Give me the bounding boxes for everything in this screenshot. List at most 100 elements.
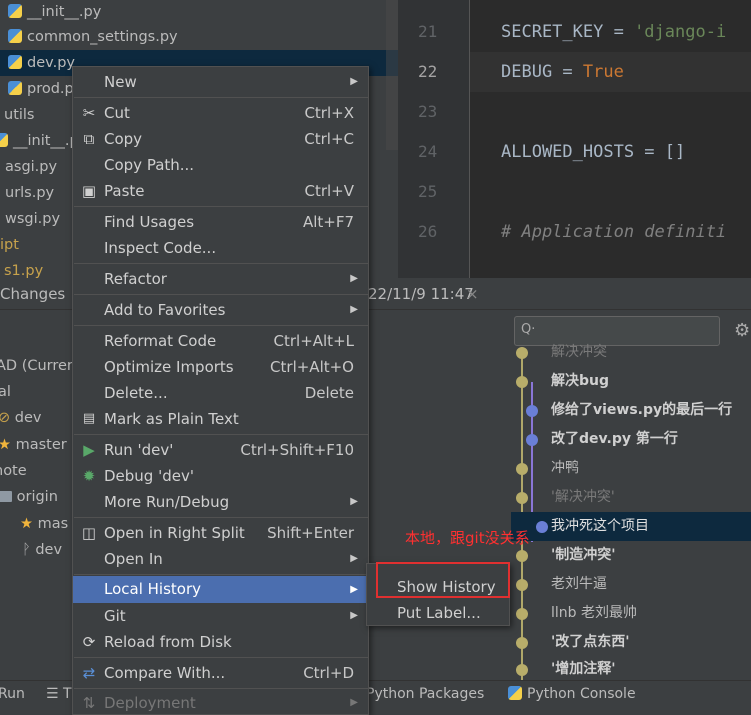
tree-item[interactable]: wsgi.py — [0, 206, 60, 232]
menu-item-find-usages[interactable]: Find Usages Alt+F7 — [73, 209, 368, 235]
python-file-icon — [0, 133, 8, 147]
branch-icon: ᚹ — [22, 542, 31, 558]
commit-row[interactable]: '改了点东西' — [511, 628, 751, 657]
commit-dot — [516, 664, 528, 676]
paste-icon: ▣ — [81, 182, 97, 200]
scissors-icon: ✂ — [82, 104, 96, 122]
code-line: ALLOWED_HOSTS = [] — [501, 142, 686, 162]
menu-item-local-history[interactable]: Local History ▶ — [73, 576, 368, 603]
tree-item[interactable]: __init__.py — [8, 0, 101, 25]
menu-item-inspect-code[interactable]: Inspect Code... — [73, 235, 368, 261]
commit-dot — [516, 637, 528, 649]
branch-item[interactable]: origin — [0, 484, 58, 510]
submenu-arrow-icon: ▶ — [350, 496, 358, 507]
menu-item-copy-path[interactable]: Copy Path... — [73, 152, 368, 178]
commit-dot — [516, 463, 528, 475]
menu-item-open-right-split[interactable]: ◫ Open in Right Split Shift+Enter — [73, 520, 368, 546]
run-icon: ▶ — [83, 441, 95, 459]
commit-row[interactable]: 修给了views.py的最后一行 — [511, 396, 751, 425]
code-line: # Application definiti — [501, 222, 727, 242]
todo-tab[interactable]: ☰ T — [46, 681, 72, 707]
menu-item-paste[interactable]: ▣ Paste Ctrl+V — [73, 178, 368, 204]
code-line: DEBUG = True — [501, 62, 624, 82]
menu-item-new[interactable]: New ▶ — [73, 69, 368, 95]
tree-scrollbar[interactable] — [386, 0, 398, 150]
python-packages-tab[interactable]: Python Packages — [366, 681, 484, 707]
tree-item[interactable]: asgi.py — [0, 154, 57, 180]
tree-item[interactable]: prod.p — [8, 76, 74, 102]
commit-row[interactable]: 解决bug — [511, 367, 751, 396]
menu-item-debug[interactable]: ✹ Debug 'dev' — [73, 463, 368, 489]
submenu-arrow-icon: ▶ — [350, 273, 358, 284]
branch-item[interactable]: al — [0, 379, 11, 405]
tab-log-timestamp[interactable]: 22/11/9 11:47 — [368, 278, 474, 310]
menu-item-add-to-favorites[interactable]: Add to Favorites ▶ — [73, 297, 368, 323]
code-editor[interactable]: 21 22 23 24 25 26 SECRET_KEY = 'django-i… — [398, 0, 751, 278]
copy-icon: ⧉ — [83, 130, 95, 148]
menu-item-mark-plain-text[interactable]: ▤ Mark as Plain Text — [73, 406, 368, 432]
commit-row[interactable]: 改了dev.py 第一行 — [511, 425, 751, 454]
line-number: 24 — [418, 142, 438, 161]
close-icon[interactable]: × — [466, 278, 479, 310]
commit-dot — [526, 405, 538, 417]
branch-item[interactable]: AD (Curren — [0, 353, 76, 379]
compare-icon: ⇄ — [82, 664, 96, 682]
python-file-icon — [8, 29, 22, 43]
commit-dot — [516, 492, 528, 504]
tree-item[interactable]: common_settings.py — [8, 24, 178, 50]
branch-item[interactable]: ★ master — [0, 432, 67, 458]
submenu-arrow-icon: ▶ — [350, 76, 358, 87]
menu-item-delete[interactable]: Delete... Delete — [73, 380, 368, 406]
menu-item-open-in[interactable]: Open In ▶ — [73, 546, 368, 572]
submenu-arrow-icon: ▶ — [350, 584, 358, 595]
branch-item[interactable]: note — [0, 458, 27, 484]
python-console-icon — [508, 686, 522, 700]
menu-item-compare-with[interactable]: ⇄ Compare With... Ctrl+D — [73, 660, 368, 686]
python-file-icon — [8, 55, 22, 69]
commit-row[interactable]: llnb 老刘最帅 — [511, 599, 751, 628]
menu-item-put-label[interactable]: Put Label... — [367, 600, 509, 626]
menu-item-git[interactable]: Git ▶ — [73, 603, 368, 629]
menu-item-more-run-debug[interactable]: More Run/Debug ▶ — [73, 489, 368, 515]
menu-item-optimize-imports[interactable]: Optimize Imports Ctrl+Alt+O — [73, 354, 368, 380]
commit-row[interactable]: 老刘牛逼 — [511, 570, 751, 599]
menu-item-run[interactable]: ▶ Run 'dev' Ctrl+Shift+F10 — [73, 437, 368, 463]
menu-item-cut[interactable]: ✂ Cut Ctrl+X — [73, 100, 368, 126]
run-tab[interactable]: Run — [0, 681, 25, 707]
commit-dot — [516, 550, 528, 562]
python-file-icon — [8, 81, 22, 95]
tree-item[interactable]: urls.py — [0, 180, 54, 206]
tree-item[interactable]: utils — [4, 102, 35, 128]
branch-item[interactable]: ★ mas — [20, 511, 68, 537]
commit-dot — [516, 376, 528, 388]
tab-changes[interactable]: Changes — [0, 278, 65, 310]
python-file-icon — [8, 4, 22, 18]
menu-item-reformat-code[interactable]: Reformat Code Ctrl+Alt+L — [73, 328, 368, 354]
tree-item[interactable]: s1.py — [4, 258, 43, 278]
star-icon: ★ — [0, 437, 11, 453]
commit-row[interactable]: '解决冲突' — [511, 483, 751, 512]
line-number: 26 — [418, 222, 438, 241]
tree-item[interactable]: ipt — [0, 232, 19, 258]
branch-item[interactable]: ⊘ dev — [0, 405, 41, 431]
commit-dot — [516, 579, 528, 591]
commit-dot — [516, 608, 528, 620]
menu-item-reload-from-disk[interactable]: ⟳ Reload from Disk — [73, 629, 368, 655]
tag-icon: ⊘ — [0, 410, 11, 426]
menu-item-refactor[interactable]: Refactor ▶ — [73, 266, 368, 292]
folder-icon — [0, 491, 12, 502]
commit-row[interactable]: 冲鸭 — [511, 454, 751, 483]
context-menu: New ▶ ✂ Cut Ctrl+X ⧉ Copy Ctrl+C Copy Path...… — [72, 66, 369, 715]
commit-dot — [516, 347, 528, 359]
commit-row[interactable]: '制造冲突' — [511, 541, 751, 570]
code-line: SECRET_KEY = 'django-i — [501, 22, 727, 42]
branch-item[interactable]: ᚹ dev — [22, 537, 62, 563]
submenu-arrow-icon: ▶ — [350, 610, 358, 621]
commit-dot — [536, 521, 548, 533]
star-icon: ★ — [20, 516, 33, 532]
submenu-arrow-icon: ▶ — [350, 553, 358, 564]
commit-row-selected[interactable]: 我冲死这个项目 — [511, 512, 751, 541]
python-console-tab[interactable]: Python Console — [508, 681, 636, 707]
menu-item-copy[interactable]: ⧉ Copy Ctrl+C — [73, 126, 368, 152]
commit-row[interactable]: 解决冲突 — [511, 338, 751, 367]
